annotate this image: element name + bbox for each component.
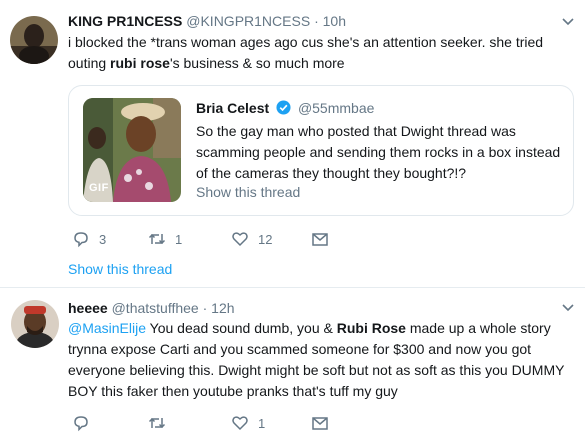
quoted-tweet[interactable]: GIF Bria Celest @55mmbae So the gay man … — [68, 85, 574, 216]
display-name[interactable]: KING PR1NCESS — [68, 13, 182, 29]
tweet-text: i blocked the *trans woman ages ago cus … — [68, 32, 573, 74]
reply-button[interactable]: 3 — [72, 228, 106, 250]
quote-show-thread-link[interactable]: Show this thread — [196, 184, 300, 200]
tweet-divider — [0, 287, 585, 288]
retweet-button[interactable]: 1 — [148, 228, 182, 250]
avatar[interactable] — [10, 16, 58, 64]
reply-icon — [74, 232, 88, 248]
separator-dot: · — [202, 300, 208, 316]
chevron-down-icon[interactable] — [561, 300, 575, 314]
separator-dot: · — [314, 13, 319, 29]
reply-button[interactable] — [72, 412, 90, 434]
like-icon — [232, 232, 248, 247]
user-handle[interactable]: @KINGPR1NCESS — [186, 13, 310, 29]
timestamp[interactable]: 10h — [323, 13, 346, 29]
tweet-text-part: 's business & so much more — [169, 55, 345, 71]
retweet-icon — [148, 233, 166, 245]
tweet-text: @MasinElije You dead sound dumb, you & R… — [68, 318, 573, 402]
quote-header: Bria Celest @55mmbae — [196, 100, 374, 116]
quote-display-name[interactable]: Bria Celest — [196, 100, 269, 116]
mention-link[interactable]: @MasinElije — [68, 320, 146, 336]
gif-thumbnail[interactable]: GIF — [83, 98, 181, 202]
user-handle[interactable]: @thatstuffhee — [112, 300, 199, 316]
tweet-text-part: made up a whole story trynna expose Cart… — [68, 320, 565, 399]
retweet-button[interactable] — [148, 412, 166, 434]
timestamp[interactable]: 12h — [211, 300, 234, 316]
bold-phrase: Rubi Rose — [336, 320, 406, 336]
quote-text: So the gay man who posted that Dwight th… — [196, 123, 561, 181]
like-button[interactable]: 12 — [231, 228, 272, 250]
avatar[interactable] — [11, 300, 59, 348]
verified-badge-icon — [276, 100, 291, 115]
dm-icon — [312, 417, 328, 430]
bold-phrase: rubi rose — [110, 55, 170, 71]
dm-button[interactable] — [311, 412, 329, 434]
like-icon — [232, 416, 248, 431]
show-thread-link[interactable]: Show this thread — [68, 261, 172, 277]
chevron-down-icon[interactable] — [561, 14, 575, 28]
display-name[interactable]: heeee — [68, 300, 108, 316]
dm-button[interactable] — [311, 228, 329, 250]
tweet-text-part: You dead sound dumb, you & — [146, 320, 337, 336]
dm-icon — [312, 233, 328, 246]
like-button[interactable]: 1 — [231, 412, 265, 434]
like-count: 12 — [258, 231, 273, 247]
tweet-header: KING PR1NCESS @KINGPR1NCESS · 10h — [68, 12, 346, 30]
gif-badge: GIF — [89, 182, 109, 194]
retweet-count: 1 — [175, 231, 183, 247]
reply-icon — [74, 416, 88, 432]
quote-user-handle[interactable]: @55mmbae — [298, 100, 374, 116]
reply-count: 3 — [99, 231, 107, 247]
retweet-icon — [148, 417, 166, 429]
tweet-header: heeee @thatstuffhee · 12h — [68, 299, 235, 317]
tweet[interactable]: KING PR1NCESS @KINGPR1NCESS · 10h i bloc… — [0, 0, 585, 287]
like-count: 1 — [258, 415, 266, 431]
